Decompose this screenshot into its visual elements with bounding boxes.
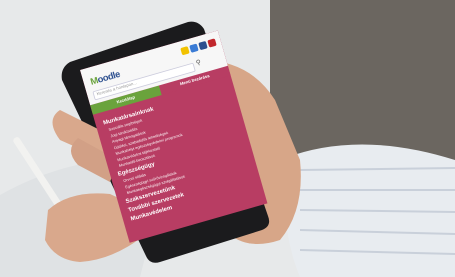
header-badges — [180, 38, 217, 56]
wall-right — [270, 0, 455, 160]
logo-rest: oodle — [96, 69, 122, 86]
flag-icon[interactable] — [207, 38, 217, 48]
twitter-icon[interactable] — [198, 40, 208, 51]
facebook-icon[interactable] — [189, 43, 199, 53]
search-icon[interactable]: ⚲ — [195, 58, 203, 67]
badge-yellow-icon[interactable] — [180, 46, 190, 56]
